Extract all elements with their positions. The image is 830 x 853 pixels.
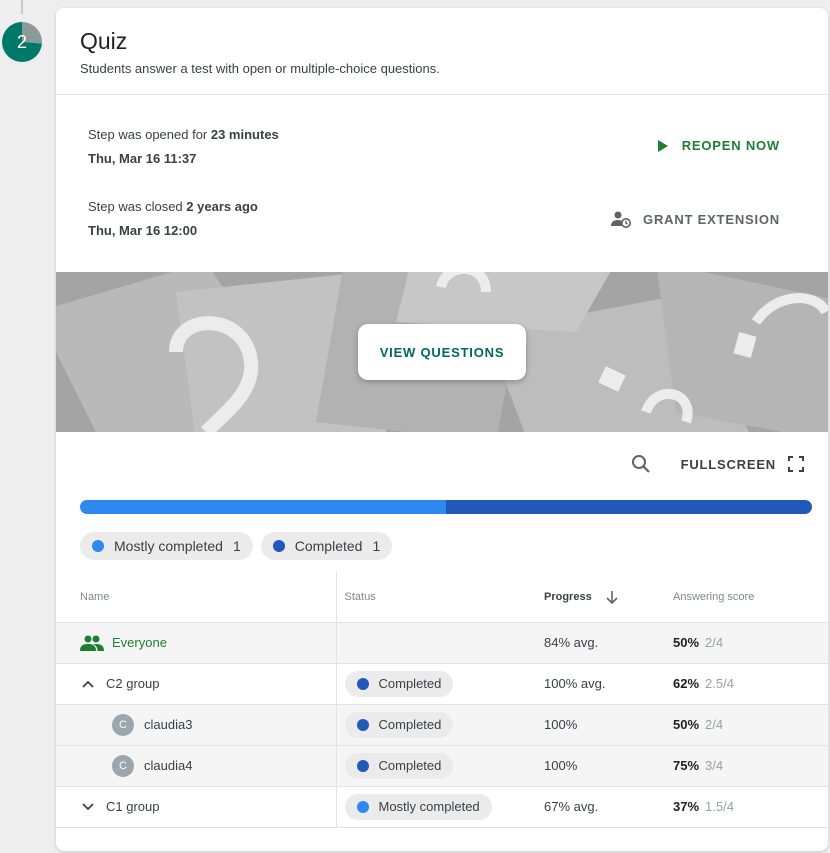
opened-date: Thu, Mar 16 11:37 bbox=[88, 151, 197, 166]
row-progress: 84% avg. bbox=[544, 621, 673, 663]
card-header: Quiz Students answer a test with open or… bbox=[56, 8, 828, 95]
fullscreen-button[interactable]: FULLSCREEN bbox=[681, 456, 804, 472]
group-people-icon bbox=[80, 635, 104, 651]
row-progress: 100% avg. bbox=[544, 662, 673, 704]
score-fraction: 2.5/4 bbox=[705, 676, 734, 691]
table-row[interactable]: Everyone 84% avg. 50% 2/4 bbox=[56, 621, 828, 663]
row-score: 75% 3/4 bbox=[673, 744, 828, 786]
status-label: Completed bbox=[378, 758, 442, 773]
row-progress: 100% bbox=[544, 744, 673, 786]
timeline-line bbox=[21, 0, 23, 14]
grant-extension-button[interactable]: Grant extension bbox=[611, 210, 780, 228]
closed-date: Thu, Mar 16 12:00 bbox=[88, 223, 198, 238]
closed-info: Step was closed 2 years ago Thu, Mar 16 … bbox=[88, 195, 258, 243]
row-name: C2 group bbox=[106, 676, 160, 691]
row-score: 50% 2/4 bbox=[673, 703, 828, 745]
status-badge: Completed bbox=[344, 752, 454, 779]
step-number-badge: 2 bbox=[2, 22, 42, 62]
chip-count: 1 bbox=[232, 538, 241, 554]
table-header-row: Name Status Progress Answering score bbox=[56, 572, 828, 622]
row-score: 37% 1.5/4 bbox=[673, 785, 828, 828]
card-subtitle: Students answer a test with open or mult… bbox=[80, 61, 440, 76]
score-fraction: 1.5/4 bbox=[705, 799, 734, 814]
status-label: Completed bbox=[378, 676, 442, 691]
table-row[interactable]: C claudia4 Completed 100% 75% 3/4 bbox=[56, 744, 828, 786]
results-table: Name Status Progress Answering score Eve… bbox=[56, 572, 828, 828]
status-dot bbox=[356, 718, 369, 731]
play-icon bbox=[656, 139, 670, 153]
closed-ago: 2 years ago bbox=[186, 199, 258, 214]
row-score: 62% 2.5/4 bbox=[673, 662, 828, 704]
opened-duration: 23 minutes bbox=[210, 127, 279, 142]
score-fraction: 2/4 bbox=[705, 635, 724, 650]
status-dot bbox=[272, 540, 285, 552]
status-filter-chips: Mostly completed 1 Completed 1 bbox=[80, 532, 400, 560]
completion-progress-bar bbox=[80, 500, 812, 514]
status-badge: Completed bbox=[344, 711, 454, 738]
status-dot bbox=[92, 540, 104, 552]
header-progress-label: Progress bbox=[544, 590, 592, 603]
status-label: Mostly completed bbox=[378, 799, 480, 814]
score-percent: 50% bbox=[673, 717, 700, 732]
progress-segment bbox=[446, 500, 812, 514]
opened-prefix: Step was opened for bbox=[88, 127, 211, 142]
fullscreen-icon bbox=[788, 456, 804, 472]
results-toolbar: FULLSCREEN bbox=[631, 454, 804, 474]
avatar: C bbox=[112, 754, 134, 777]
sort-arrow-down-icon bbox=[605, 590, 619, 604]
row-progress: 100% bbox=[544, 703, 673, 745]
status-filter-chip[interactable]: Completed 1 bbox=[260, 532, 393, 560]
chip-count: 1 bbox=[372, 538, 381, 554]
user-clock-icon bbox=[611, 210, 632, 228]
status-label: Completed bbox=[378, 717, 442, 732]
row-status-empty bbox=[335, 621, 544, 663]
fullscreen-label: FULLSCREEN bbox=[680, 456, 776, 472]
card-title: Quiz bbox=[80, 28, 128, 54]
table-row[interactable]: C claudia3 Completed 100% 50% 2/4 bbox=[56, 703, 828, 745]
chevron-up-icon[interactable] bbox=[80, 676, 96, 692]
avatar: C bbox=[112, 713, 134, 736]
row-progress: 67% avg. bbox=[544, 785, 673, 828]
header-status[interactable]: Status bbox=[335, 572, 544, 622]
header-answering-score[interactable]: Answering score bbox=[673, 572, 828, 622]
step-card: Quiz Students answer a test with open or… bbox=[56, 8, 828, 851]
closed-prefix: Step was closed bbox=[88, 199, 187, 214]
opened-info: Step was opened for 23 minutes Thu, Mar … bbox=[88, 123, 279, 171]
status-dot bbox=[356, 800, 369, 813]
view-questions-button[interactable]: VIEW QUESTIONS bbox=[358, 324, 526, 380]
row-name: claudia3 bbox=[144, 717, 193, 732]
header-name[interactable]: Name bbox=[56, 572, 336, 622]
progress-segment bbox=[80, 500, 446, 514]
score-percent: 50% bbox=[673, 635, 700, 650]
quiz-banner-image: VIEW QUESTIONS bbox=[56, 272, 828, 432]
score-percent: 62% bbox=[673, 676, 700, 691]
score-percent: 37% bbox=[673, 799, 700, 814]
reopen-now-label: Reopen now bbox=[681, 138, 780, 153]
status-dot bbox=[356, 677, 369, 690]
row-score: 50% 2/4 bbox=[673, 621, 828, 663]
reopen-now-button[interactable]: Reopen now bbox=[656, 138, 780, 153]
grant-extension-label: Grant extension bbox=[643, 211, 780, 227]
header-progress[interactable]: Progress bbox=[544, 572, 673, 622]
status-badge: Completed bbox=[344, 670, 454, 697]
chevron-down-icon[interactable] bbox=[80, 799, 96, 815]
chip-label: Mostly completed bbox=[114, 538, 223, 554]
table-row[interactable]: C2 group Completed 100% avg. 62% 2.5/4 bbox=[56, 662, 828, 704]
row-name: Everyone bbox=[112, 635, 167, 650]
chip-label: Completed bbox=[294, 538, 363, 554]
status-badge: Mostly completed bbox=[344, 793, 492, 820]
status-filter-chip[interactable]: Mostly completed 1 bbox=[80, 532, 253, 560]
status-dot bbox=[356, 759, 369, 772]
row-name: claudia4 bbox=[144, 758, 193, 773]
score-percent: 75% bbox=[673, 758, 700, 773]
score-fraction: 2/4 bbox=[705, 717, 724, 732]
table-row[interactable]: C1 group Mostly completed 67% avg. 37% 1.… bbox=[56, 785, 828, 828]
score-fraction: 3/4 bbox=[705, 758, 724, 773]
row-name: C1 group bbox=[106, 799, 160, 814]
search-icon[interactable] bbox=[631, 454, 651, 474]
